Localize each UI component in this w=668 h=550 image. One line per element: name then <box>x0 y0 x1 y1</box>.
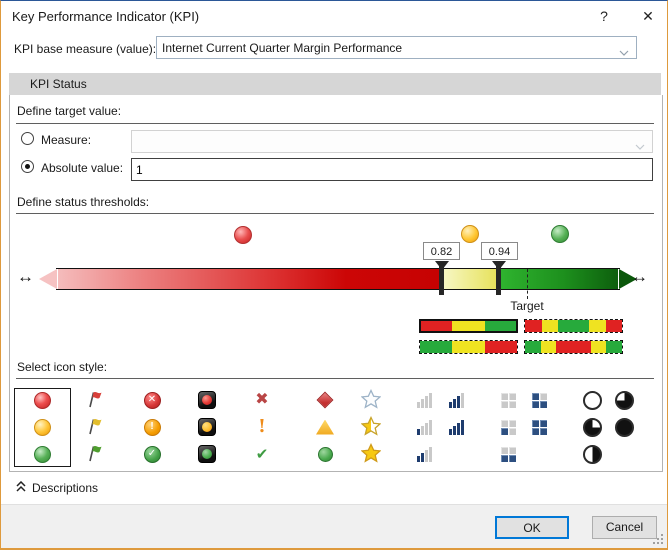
close-button[interactable]: ✕ <box>637 7 659 25</box>
icon-style-squares-3-4-row2[interactable] <box>527 415 551 439</box>
icon-style-stars-row3[interactable] <box>359 442 383 466</box>
green-status-dot <box>551 225 569 243</box>
icon-style-circles-3d-row1[interactable] <box>30 388 54 412</box>
slider-left-tip <box>39 269 57 289</box>
icon-style-moons-b-row1[interactable] <box>612 388 636 412</box>
icon-style-squares-0-2-row1[interactable] <box>496 388 520 412</box>
kpi-dialog: Key Performance Indicator (KPI) ? ✕ KPI … <box>0 0 668 550</box>
icon-style-squares-0-2-row3[interactable] <box>496 442 520 466</box>
icon-style-bars-0-2-row3[interactable] <box>412 442 436 466</box>
icon-style-stars-row2[interactable] <box>359 415 383 439</box>
icon-style-traffic-lights-row3[interactable] <box>195 442 219 466</box>
threshold-pattern-green-yellow-red[interactable] <box>419 340 518 354</box>
icon-style-moons-a-row1[interactable] <box>580 388 604 412</box>
icon-style-bars-3-4-row1[interactable] <box>444 388 468 412</box>
measure-radio[interactable] <box>21 132 34 145</box>
icon-style-traffic-lights-row1[interactable] <box>195 388 219 412</box>
divider <box>16 378 654 379</box>
icon-style-circles-3d-row3[interactable] <box>30 442 54 466</box>
chevron-down-icon <box>619 45 629 59</box>
icon-style-circles-3d-row2[interactable] <box>30 415 54 439</box>
icon-style-circled-symbols-row3[interactable]: ✓ <box>140 442 164 466</box>
help-button[interactable]: ? <box>593 7 615 25</box>
red-band <box>58 269 442 289</box>
icon-style-squares-0-2-row2[interactable] <box>496 415 520 439</box>
title-bar: Key Performance Indicator (KPI) ? ✕ <box>1 1 667 31</box>
base-measure-combobox[interactable]: Internet Current Quarter Margin Performa… <box>156 36 637 59</box>
icon-style-plain-symbols-row1[interactable]: ✖ <box>250 388 274 412</box>
icon-style-circled-symbols-row2[interactable]: ! <box>140 415 164 439</box>
double-chevron-up-icon <box>16 480 26 495</box>
icon-style-flags-row1[interactable] <box>84 388 108 412</box>
define-target-label: Define target value: <box>17 104 122 118</box>
icon-style-bars-3-4-row2[interactable] <box>444 415 468 439</box>
absolute-value-radio[interactable] <box>21 160 34 173</box>
descriptions-expander[interactable]: Descriptions <box>16 480 98 496</box>
icon-style-moons-a-row2[interactable] <box>580 415 604 439</box>
yellow-status-dot <box>461 225 479 243</box>
target-marker-line <box>527 269 528 299</box>
threshold-slider-track <box>56 268 620 290</box>
low-threshold-valuebox[interactable]: 0.82 <box>423 242 460 260</box>
low-threshold-handle[interactable] <box>439 264 444 295</box>
base-measure-value: Internet Current Quarter Margin Performa… <box>162 40 403 55</box>
icon-style-flags-row2[interactable] <box>84 415 108 439</box>
icon-style-traffic-lights-row2[interactable] <box>195 415 219 439</box>
red-status-dot <box>234 226 252 244</box>
slider-right-extend-arrow-icon: ↔ <box>631 267 648 286</box>
threshold-pattern-red-yellow-green-yellow-red[interactable] <box>524 319 623 333</box>
chevron-down-icon <box>635 139 645 153</box>
yellow-band <box>442 269 499 289</box>
divider <box>16 213 654 214</box>
icon-style-moons-a-row3[interactable] <box>580 442 604 466</box>
green-band <box>499 269 618 289</box>
measure-radio-label[interactable]: Measure: <box>41 133 91 147</box>
icon-style-shapes-row2[interactable] <box>313 415 337 439</box>
define-thresholds-label: Define status thresholds: <box>17 195 150 209</box>
icon-style-flags-row3[interactable] <box>84 442 108 466</box>
measure-combobox <box>131 130 653 153</box>
high-threshold-valuebox[interactable]: 0.94 <box>481 242 518 260</box>
absolute-value-input[interactable] <box>131 158 653 181</box>
threshold-pattern-green-yellow-red-yellow-green[interactable] <box>524 340 623 354</box>
icon-style-moons-b-row2[interactable] <box>612 415 636 439</box>
kpi-status-header: KPI Status <box>9 73 661 95</box>
icon-style-bars-0-2-row1[interactable] <box>412 388 436 412</box>
footer: OK Cancel <box>1 504 667 548</box>
select-icon-style-label: Select icon style: <box>17 360 108 374</box>
dialog-title: Key Performance Indicator (KPI) <box>12 9 200 24</box>
high-threshold-handle[interactable] <box>496 264 501 295</box>
descriptions-label: Descriptions <box>32 481 99 495</box>
icon-style-bars-0-2-row2[interactable] <box>412 415 436 439</box>
divider <box>16 123 654 124</box>
absolute-value-radio-label[interactable]: Absolute value: <box>41 161 123 175</box>
icon-style-plain-symbols-row3[interactable]: ✔ <box>250 442 274 466</box>
icon-style-squares-3-4-row1[interactable] <box>527 388 551 412</box>
slider-left-extend-arrow-icon: ↔ <box>17 267 34 286</box>
base-measure-label: KPI base measure (value): <box>14 42 157 56</box>
ok-button[interactable]: OK <box>495 516 569 539</box>
cancel-button[interactable]: Cancel <box>592 516 657 539</box>
icon-style-plain-symbols-row2[interactable]: ! <box>250 415 274 439</box>
resize-grip[interactable] <box>653 534 664 545</box>
icon-style-stars-row1[interactable] <box>359 388 383 412</box>
threshold-pattern-red-yellow-green[interactable] <box>419 319 518 333</box>
target-marker-label: Target <box>510 299 544 313</box>
icon-style-circled-symbols-row1[interactable]: ✕ <box>140 388 164 412</box>
icon-style-shapes-row3[interactable] <box>313 442 337 466</box>
icon-style-shapes-row1[interactable] <box>313 388 337 412</box>
